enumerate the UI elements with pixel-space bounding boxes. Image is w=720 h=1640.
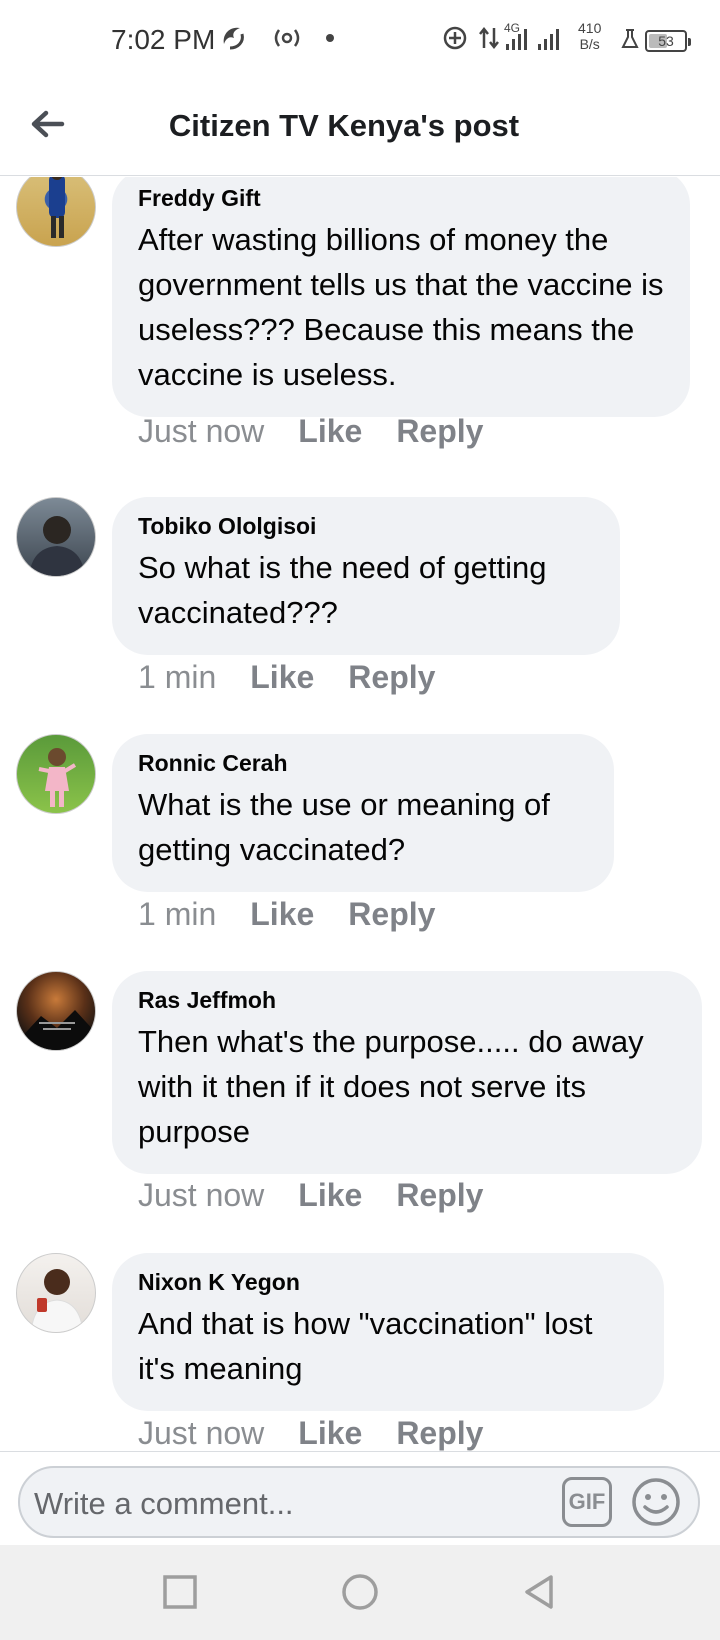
battery-indicator: 53 — [645, 30, 691, 52]
notification-dot — [326, 34, 334, 42]
like-button[interactable]: Like — [250, 659, 314, 696]
comment-bubble[interactable]: Nixon K Yegon And that is how "vaccinati… — [112, 1253, 664, 1411]
reply-button[interactable]: Reply — [348, 659, 435, 696]
comment-actions: 1 min Like Reply — [138, 659, 469, 696]
home-button[interactable] — [335, 1567, 385, 1617]
comment-author[interactable]: Freddy Gift — [138, 183, 664, 213]
comment-input[interactable]: Write a comment... GIF — [18, 1466, 700, 1538]
triangle-icon — [525, 1575, 553, 1609]
hotspot-icon — [270, 24, 304, 56]
emoji-button[interactable] — [630, 1476, 682, 1528]
reply-button[interactable]: Reply — [396, 1177, 483, 1214]
circle-icon — [342, 1574, 378, 1610]
signal-strength-icon — [504, 24, 574, 56]
comment-text: So what is the need of getting vaccinate… — [138, 550, 547, 630]
reply-button[interactable]: Reply — [396, 413, 483, 450]
status-time: 7:02 PM — [111, 24, 216, 55]
avatar[interactable] — [16, 1253, 96, 1333]
avatar[interactable] — [16, 177, 96, 247]
smiley-icon — [632, 1478, 680, 1526]
comment-actions: Just now Like Reply — [138, 1415, 517, 1451]
comment-author[interactable]: Nixon K Yegon — [138, 1267, 638, 1297]
gif-button[interactable]: GIF — [562, 1477, 612, 1527]
comment-actions: Just now Like Reply — [138, 1177, 517, 1214]
reply-button[interactable]: Reply — [396, 1415, 483, 1451]
back-nav-button[interactable] — [515, 1567, 565, 1617]
battery-level: 53 — [658, 33, 674, 49]
post-header: Citizen TV Kenya's post — [0, 80, 720, 176]
comment-list[interactable]: Freddy Gift After wasting billions of mo… — [0, 177, 720, 1451]
comment-text: After wasting billions of money the gove… — [138, 222, 664, 392]
comment-bubble[interactable]: Ras Jeffmoh Then what's the purpose.....… — [112, 971, 702, 1174]
comment-text: What is the use or meaning of getting va… — [138, 787, 550, 867]
comment-actions: 1 min Like Reply — [138, 896, 469, 933]
avatar[interactable] — [16, 971, 96, 1051]
like-button[interactable]: Like — [250, 896, 314, 933]
comment-author[interactable]: Tobiko Ololgisoi — [138, 511, 594, 541]
comment-text: Then what's the purpose..... do away wit… — [138, 1024, 644, 1149]
comment-bubble[interactable]: Tobiko Ololgisoi So what is the need of … — [112, 497, 620, 655]
like-button[interactable]: Like — [298, 1177, 362, 1214]
comment-bubble[interactable]: Ronnic Cerah What is the use or meaning … — [112, 734, 614, 892]
network-speed-unit: B/s — [579, 36, 600, 52]
like-button[interactable]: Like — [298, 1415, 362, 1451]
data-sync-icon — [442, 24, 468, 56]
comment-timestamp: Just now — [138, 1415, 265, 1451]
square-icon — [163, 1575, 197, 1609]
comment-author[interactable]: Ronnic Cerah — [138, 748, 588, 778]
network-speed: 410 B/s — [578, 20, 601, 52]
comment-timestamp: Just now — [138, 413, 265, 449]
comment-bubble[interactable]: Freddy Gift After wasting billions of mo… — [112, 177, 690, 417]
system-nav-bar — [0, 1545, 720, 1640]
lab-flask-icon — [620, 24, 640, 56]
avatar[interactable] — [16, 734, 96, 814]
avatar[interactable] — [16, 497, 96, 577]
comment-timestamp: 1 min — [138, 659, 217, 695]
recents-button[interactable] — [155, 1567, 205, 1617]
network-speed-value: 410 — [578, 20, 602, 36]
comment-input-placeholder: Write a comment... — [34, 1486, 294, 1521]
data-saver-icon — [220, 24, 246, 56]
comment-text: And that is how "vaccination" lost it's … — [138, 1306, 593, 1386]
like-button[interactable]: Like — [298, 413, 362, 450]
comment-actions: Just now Like Reply — [138, 413, 517, 450]
comment-author[interactable]: Ras Jeffmoh — [138, 985, 676, 1015]
status-bar: 7:02 PM 4G 410 B/s 53 — [0, 0, 720, 80]
data-transfer-icon — [478, 24, 500, 56]
comment-composer: Write a comment... GIF — [0, 1451, 720, 1545]
page-title: Citizen TV Kenya's post — [168, 108, 520, 143]
comment-timestamp: Just now — [138, 1177, 265, 1213]
reply-button[interactable]: Reply — [348, 896, 435, 933]
comment-timestamp: 1 min — [138, 896, 217, 932]
